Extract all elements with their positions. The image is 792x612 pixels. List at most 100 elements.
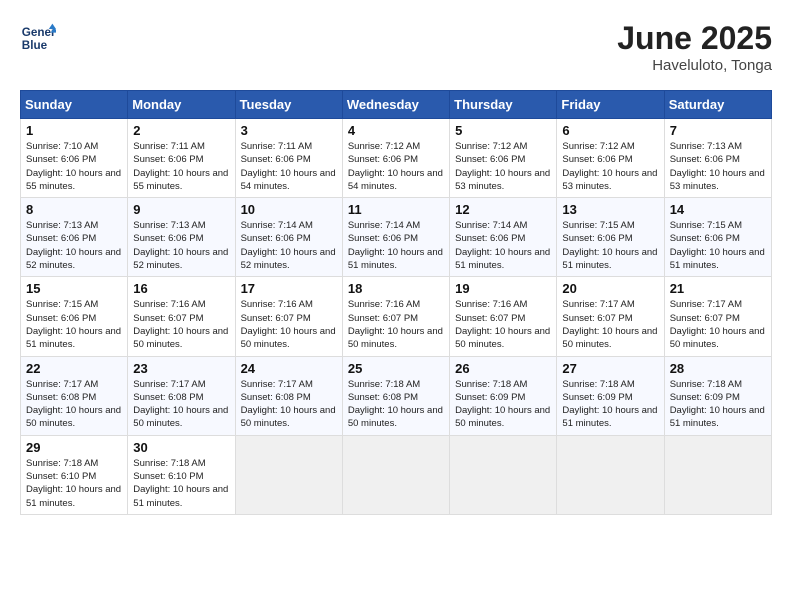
- calendar-day-cell: 2 Sunrise: 7:11 AMSunset: 6:06 PMDaylight…: [128, 119, 235, 198]
- day-info: Sunrise: 7:12 AMSunset: 6:06 PMDaylight:…: [348, 140, 444, 193]
- day-number: 23: [133, 361, 229, 376]
- calendar-day-cell: 13 Sunrise: 7:15 AMSunset: 6:06 PMDayligh…: [557, 198, 664, 277]
- calendar-day-cell: 17 Sunrise: 7:16 AMSunset: 6:07 PMDayligh…: [235, 277, 342, 356]
- calendar-table: SundayMondayTuesdayWednesdayThursdayFrid…: [20, 90, 772, 515]
- day-number: 20: [562, 281, 658, 296]
- day-info: Sunrise: 7:14 AMSunset: 6:06 PMDaylight:…: [241, 219, 337, 272]
- day-number: 15: [26, 281, 122, 296]
- day-number: 30: [133, 440, 229, 455]
- calendar-day-cell: [664, 435, 771, 514]
- calendar-day-cell: 4 Sunrise: 7:12 AMSunset: 6:06 PMDaylight…: [342, 119, 449, 198]
- weekday-header-tuesday: Tuesday: [235, 91, 342, 119]
- logo: General Blue: [20, 20, 56, 56]
- calendar-day-cell: [235, 435, 342, 514]
- day-info: Sunrise: 7:18 AMSunset: 6:08 PMDaylight:…: [348, 378, 444, 431]
- day-number: 13: [562, 202, 658, 217]
- day-info: Sunrise: 7:15 AMSunset: 6:06 PMDaylight:…: [562, 219, 658, 272]
- calendar-day-cell: 29 Sunrise: 7:18 AMSunset: 6:10 PMDayligh…: [21, 435, 128, 514]
- calendar-day-cell: 14 Sunrise: 7:15 AMSunset: 6:06 PMDayligh…: [664, 198, 771, 277]
- day-info: Sunrise: 7:17 AMSunset: 6:07 PMDaylight:…: [670, 298, 766, 351]
- day-info: Sunrise: 7:10 AMSunset: 6:06 PMDaylight:…: [26, 140, 122, 193]
- weekday-header-sunday: Sunday: [21, 91, 128, 119]
- calendar-day-cell: 11Sunrise: 7:14 AMSunset: 6:06 PMDayligh…: [342, 198, 449, 277]
- calendar-day-cell: 8 Sunrise: 7:13 AMSunset: 6:06 PMDaylight…: [21, 198, 128, 277]
- day-info: Sunrise: 7:17 AMSunset: 6:07 PMDaylight:…: [562, 298, 658, 351]
- weekday-header-row: SundayMondayTuesdayWednesdayThursdayFrid…: [21, 91, 772, 119]
- day-number: 26: [455, 361, 551, 376]
- day-number: 18: [348, 281, 444, 296]
- calendar-day-cell: 15 Sunrise: 7:15 AMSunset: 6:06 PMDayligh…: [21, 277, 128, 356]
- calendar-day-cell: 28Sunrise: 7:18 AMSunset: 6:09 PMDayligh…: [664, 356, 771, 435]
- day-info: Sunrise: 7:12 AMSunset: 6:06 PMDaylight:…: [455, 140, 551, 193]
- day-info: Sunrise: 7:17 AMSunset: 6:08 PMDaylight:…: [241, 378, 337, 431]
- calendar-day-cell: 18Sunrise: 7:16 AMSunset: 6:07 PMDayligh…: [342, 277, 449, 356]
- day-number: 7: [670, 123, 766, 138]
- calendar-day-cell: 9 Sunrise: 7:13 AMSunset: 6:06 PMDaylight…: [128, 198, 235, 277]
- calendar-day-cell: 12Sunrise: 7:14 AMSunset: 6:06 PMDayligh…: [450, 198, 557, 277]
- calendar-week-row: 8 Sunrise: 7:13 AMSunset: 6:06 PMDaylight…: [21, 198, 772, 277]
- day-info: Sunrise: 7:15 AMSunset: 6:06 PMDaylight:…: [26, 298, 122, 351]
- calendar-day-cell: 27 Sunrise: 7:18 AMSunset: 6:09 PMDayligh…: [557, 356, 664, 435]
- day-info: Sunrise: 7:16 AMSunset: 6:07 PMDaylight:…: [241, 298, 337, 351]
- day-info: Sunrise: 7:16 AMSunset: 6:07 PMDaylight:…: [133, 298, 229, 351]
- weekday-header-saturday: Saturday: [664, 91, 771, 119]
- day-number: 8: [26, 202, 122, 217]
- day-number: 2: [133, 123, 229, 138]
- day-info: Sunrise: 7:17 AMSunset: 6:08 PMDaylight:…: [26, 378, 122, 431]
- calendar-day-cell: 22Sunrise: 7:17 AMSunset: 6:08 PMDayligh…: [21, 356, 128, 435]
- calendar-day-cell: 21 Sunrise: 7:17 AMSunset: 6:07 PMDayligh…: [664, 277, 771, 356]
- day-number: 21: [670, 281, 766, 296]
- day-number: 12: [455, 202, 551, 217]
- day-info: Sunrise: 7:18 AMSunset: 6:10 PMDaylight:…: [26, 457, 122, 510]
- page-header: General Blue June 2025 Haveluloto, Tonga: [20, 20, 772, 74]
- day-number: 19: [455, 281, 551, 296]
- day-info: Sunrise: 7:11 AMSunset: 6:06 PMDaylight:…: [241, 140, 337, 193]
- calendar-day-cell: [450, 435, 557, 514]
- location-title: Haveluloto, Tonga: [617, 57, 772, 74]
- day-number: 3: [241, 123, 337, 138]
- day-info: Sunrise: 7:11 AMSunset: 6:06 PMDaylight:…: [133, 140, 229, 193]
- day-info: Sunrise: 7:16 AMSunset: 6:07 PMDaylight:…: [455, 298, 551, 351]
- calendar-day-cell: 7 Sunrise: 7:13 AMSunset: 6:06 PMDaylight…: [664, 119, 771, 198]
- day-number: 27: [562, 361, 658, 376]
- calendar-week-row: 29 Sunrise: 7:18 AMSunset: 6:10 PMDayligh…: [21, 435, 772, 514]
- day-number: 1: [26, 123, 122, 138]
- svg-text:Blue: Blue: [22, 39, 48, 52]
- day-info: Sunrise: 7:13 AMSunset: 6:06 PMDaylight:…: [133, 219, 229, 272]
- calendar-day-cell: 5 Sunrise: 7:12 AMSunset: 6:06 PMDaylight…: [450, 119, 557, 198]
- day-number: 4: [348, 123, 444, 138]
- calendar-day-cell: 25 Sunrise: 7:18 AMSunset: 6:08 PMDayligh…: [342, 356, 449, 435]
- calendar-day-cell: 16Sunrise: 7:16 AMSunset: 6:07 PMDayligh…: [128, 277, 235, 356]
- day-info: Sunrise: 7:18 AMSunset: 6:09 PMDaylight:…: [562, 378, 658, 431]
- calendar-day-cell: 19 Sunrise: 7:16 AMSunset: 6:07 PMDayligh…: [450, 277, 557, 356]
- weekday-header-monday: Monday: [128, 91, 235, 119]
- calendar-week-row: 15 Sunrise: 7:15 AMSunset: 6:06 PMDayligh…: [21, 277, 772, 356]
- day-info: Sunrise: 7:12 AMSunset: 6:06 PMDaylight:…: [562, 140, 658, 193]
- weekday-header-thursday: Thursday: [450, 91, 557, 119]
- day-number: 14: [670, 202, 766, 217]
- day-info: Sunrise: 7:13 AMSunset: 6:06 PMDaylight:…: [26, 219, 122, 272]
- calendar-week-row: 22Sunrise: 7:17 AMSunset: 6:08 PMDayligh…: [21, 356, 772, 435]
- day-number: 9: [133, 202, 229, 217]
- calendar-day-cell: 24 Sunrise: 7:17 AMSunset: 6:08 PMDayligh…: [235, 356, 342, 435]
- day-number: 11: [348, 202, 444, 217]
- day-number: 5: [455, 123, 551, 138]
- day-number: 6: [562, 123, 658, 138]
- title-block: June 2025 Haveluloto, Tonga: [617, 20, 772, 74]
- calendar-day-cell: 20 Sunrise: 7:17 AMSunset: 6:07 PMDayligh…: [557, 277, 664, 356]
- day-number: 25: [348, 361, 444, 376]
- calendar-day-cell: 30 Sunrise: 7:18 AMSunset: 6:10 PMDayligh…: [128, 435, 235, 514]
- calendar-day-cell: [557, 435, 664, 514]
- day-info: Sunrise: 7:18 AMSunset: 6:09 PMDaylight:…: [455, 378, 551, 431]
- calendar-day-cell: [342, 435, 449, 514]
- day-number: 10: [241, 202, 337, 217]
- calendar-day-cell: 10 Sunrise: 7:14 AMSunset: 6:06 PMDayligh…: [235, 198, 342, 277]
- day-info: Sunrise: 7:15 AMSunset: 6:06 PMDaylight:…: [670, 219, 766, 272]
- day-info: Sunrise: 7:18 AMSunset: 6:10 PMDaylight:…: [133, 457, 229, 510]
- weekday-header-friday: Friday: [557, 91, 664, 119]
- day-number: 29: [26, 440, 122, 455]
- day-info: Sunrise: 7:13 AMSunset: 6:06 PMDaylight:…: [670, 140, 766, 193]
- day-number: 28: [670, 361, 766, 376]
- day-number: 24: [241, 361, 337, 376]
- day-number: 17: [241, 281, 337, 296]
